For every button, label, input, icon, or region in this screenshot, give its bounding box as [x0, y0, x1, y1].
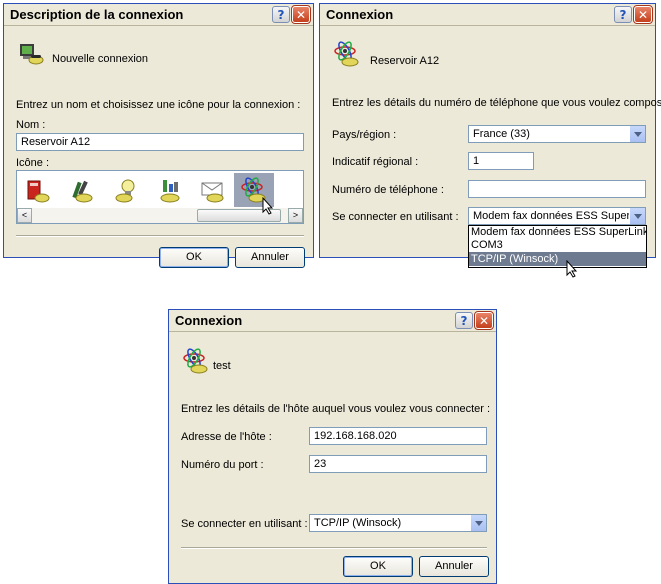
phone-number-input[interactable]: [468, 180, 646, 198]
area-code-input[interactable]: 1: [468, 152, 534, 170]
connect-using-select[interactable]: TCP/IP (Winsock): [309, 514, 487, 532]
title-bar: Connexion ? ✕: [320, 4, 655, 26]
connection-name-header: Reservoir A12: [370, 55, 440, 67]
name-input[interactable]: Reservoir A12: [16, 133, 304, 151]
dropdown-option[interactable]: COM3: [469, 239, 646, 252]
dropdown-option-selected[interactable]: TCP/IP (Winsock): [469, 252, 646, 266]
title-bar: Description de la connexion ? ✕: [4, 4, 313, 26]
envelope-phone-icon[interactable]: [199, 178, 227, 204]
chevron-down-icon[interactable]: [629, 126, 645, 142]
connect-using-label: Se connecter en utilisant :: [181, 518, 308, 530]
dialog-title: Description de la connexion: [10, 7, 184, 22]
host-address-input[interactable]: 192.168.168.020: [309, 427, 487, 445]
dropdown-option[interactable]: Modem fax données ESS SuperLink-M: [469, 226, 646, 239]
red-phone-icon[interactable]: [24, 178, 50, 204]
description-dialog: Description de la connexion ? ✕ Nouvelle…: [3, 3, 314, 268]
close-button[interactable]: ✕: [291, 5, 311, 24]
separator: [181, 547, 487, 549]
connect-using-select[interactable]: Modem fax données ESS SuperLin: [468, 207, 646, 225]
connect-using-value: TCP/IP (Winsock): [314, 517, 402, 529]
chevron-down-icon[interactable]: [629, 208, 645, 224]
title-bar: Connexion ? ✕: [169, 310, 496, 332]
connect-using-dropdown[interactable]: Modem fax données ESS SuperLink-M COM3 T…: [468, 225, 647, 268]
ok-button[interactable]: OK: [159, 247, 229, 268]
port-number-input[interactable]: 23: [309, 455, 487, 473]
name-label: Nom :: [16, 119, 46, 131]
connect-using-label: Se connecter en utilisant :: [332, 211, 459, 223]
scroll-left-button[interactable]: <: [17, 208, 32, 223]
close-button[interactable]: ✕: [474, 311, 494, 330]
scroll-right-button[interactable]: >: [288, 208, 303, 223]
lightbulb-phone-icon[interactable]: [114, 178, 140, 204]
help-button[interactable]: ?: [455, 312, 473, 329]
dialog-title: Connexion: [326, 7, 394, 22]
host-address-label: Adresse de l'hôte :: [181, 431, 272, 443]
instruction-text: Entrez un nom et choisissez une icône po…: [16, 99, 301, 111]
icon-list[interactable]: < >: [16, 170, 304, 224]
chevron-down-icon[interactable]: [470, 515, 486, 531]
atom-phone-icon: [334, 41, 359, 67]
country-select-value: France (33): [473, 128, 530, 140]
mouse-cursor-icon: [262, 197, 274, 215]
separator: [16, 235, 304, 237]
atom-phone-icon: [183, 348, 208, 374]
cancel-button[interactable]: Annuler: [419, 556, 489, 577]
mouse-cursor-icon: [566, 260, 578, 278]
connect-using-value: Modem fax données ESS SuperLin: [473, 210, 645, 222]
cancel-button[interactable]: Annuler: [235, 247, 305, 268]
phone-connection-dialog: Connexion ? ✕ Reservoir A12 Entrez les d…: [319, 3, 661, 278]
help-button[interactable]: ?: [272, 6, 290, 23]
dialog-title: Connexion: [175, 313, 243, 328]
pencil-phone-icon[interactable]: [69, 178, 95, 204]
connection-name-header: Nouvelle connexion: [52, 53, 149, 65]
connection-name-header: test: [213, 360, 231, 372]
phone-number-label: Numéro de téléphone :: [332, 184, 444, 196]
country-label: Pays/région :: [332, 129, 397, 141]
port-number-label: Numéro du port :: [181, 459, 264, 471]
ok-button[interactable]: OK: [343, 556, 413, 577]
help-button[interactable]: ?: [614, 6, 632, 23]
country-select[interactable]: France (33): [468, 125, 646, 143]
close-button[interactable]: ✕: [633, 5, 653, 24]
icon-list-scrollbar[interactable]: < >: [17, 208, 303, 223]
computer-phone-icon: [20, 44, 44, 65]
instruction-text: Entrez les détails de l'hôte auquel vous…: [181, 403, 491, 415]
icon-label: Icône :: [16, 157, 50, 169]
host-connection-dialog: Connexion ? ✕ test Entrez les détails de…: [168, 309, 497, 584]
area-code-label: Indicatif régional :: [332, 156, 419, 168]
chemistry-phone-icon[interactable]: [157, 178, 183, 204]
instruction-text: Entrez les détails du numéro de téléphon…: [332, 97, 661, 109]
